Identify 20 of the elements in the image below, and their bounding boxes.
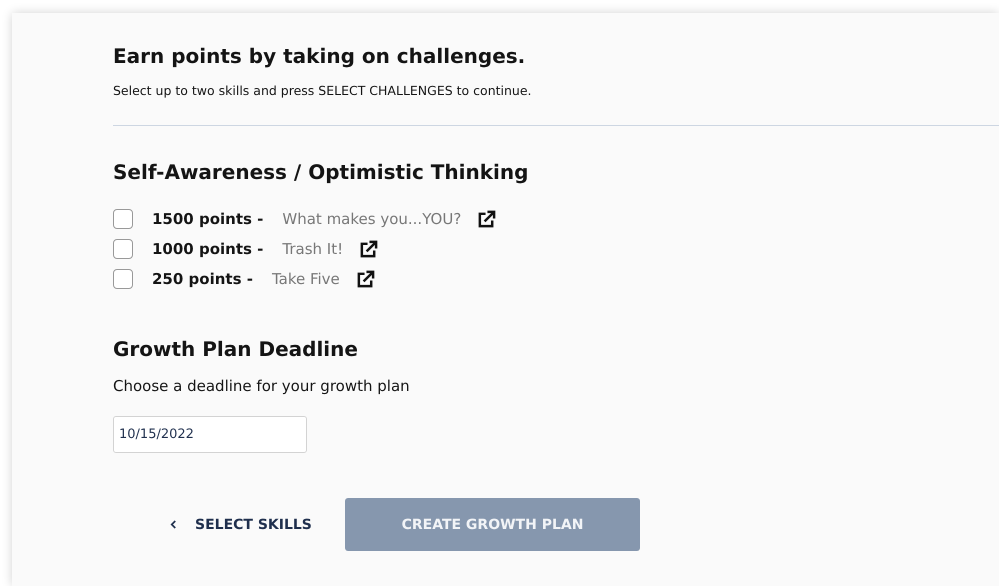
instructions-text: Select up to two skills and press SELECT CHALLENGES to continue. [113,82,532,100]
deadline-title: Growth Plan Deadline [113,336,359,362]
points-label: 1500 points - [152,210,264,228]
challenge-checkbox[interactable] [113,269,133,289]
challenge-name: Trash It! [282,240,344,258]
external-link-icon[interactable] [359,240,378,258]
chevron-left-icon [170,520,177,529]
select-skills-button[interactable]: SELECT SKILLS [170,516,345,532]
challenge-checkbox[interactable] [113,239,133,259]
external-link-icon[interactable] [477,210,496,228]
points-label: 1000 points - [152,240,264,258]
challenge-name: Take Five [272,270,340,288]
page-title: Earn points by taking on challenges. [113,43,526,69]
challenge-checkbox[interactable] [113,209,133,229]
challenge-name: What makes you...YOU? [282,210,462,228]
points-label: 250 points - [152,270,253,288]
date-field[interactable]: 10/15/2022 [113,416,307,453]
external-link-icon[interactable] [356,270,375,288]
skill-group-title: Self-Awareness / Optimistic Thinking [113,159,530,185]
deadline-label: Choose a deadline for your growth plan [113,376,411,396]
